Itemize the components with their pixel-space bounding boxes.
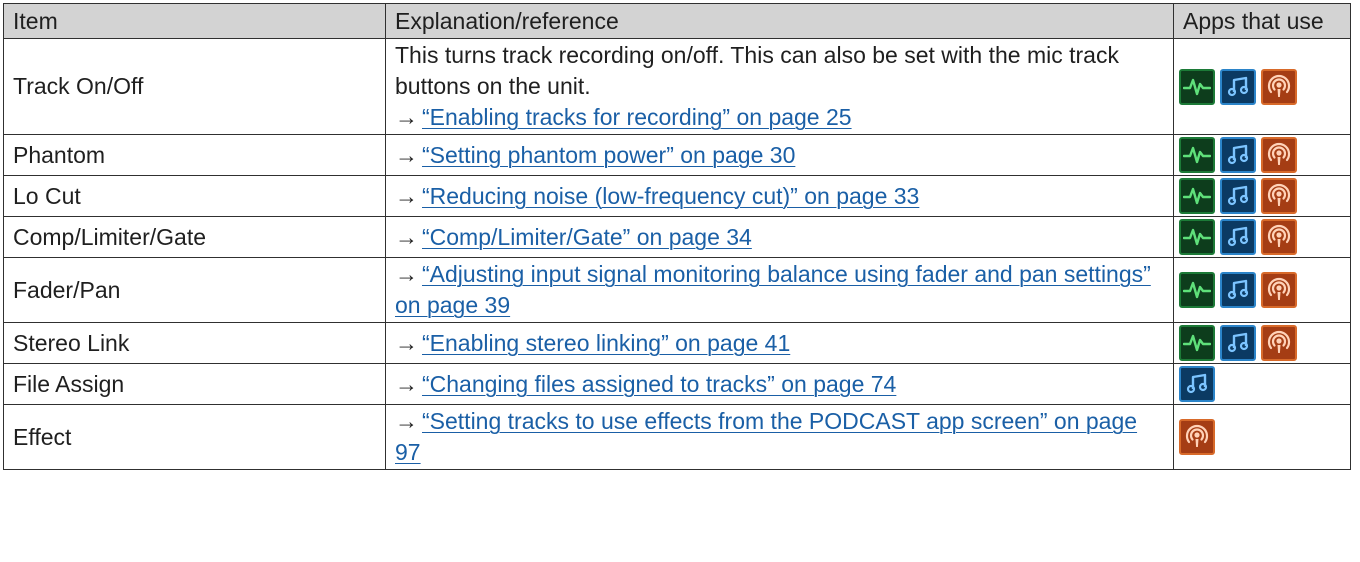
apps-cell — [1173, 216, 1351, 258]
podcast-app-icon — [1261, 68, 1297, 105]
page-reference-link[interactable]: “Enabling stereo linking” on page 41 — [422, 330, 790, 356]
page-reference-link[interactable]: “Reducing noise (low-frequency cut)” on … — [422, 183, 919, 209]
arrow-icon: → — [395, 408, 418, 434]
header-explanation: Explanation/reference — [385, 3, 1174, 39]
apps-cell — [1173, 257, 1351, 323]
table-row: Track On/Off This turns track recording … — [3, 38, 1351, 135]
table-row: Fader/Pan → “Adjusting input signal monit… — [3, 257, 1351, 323]
header-apps: Apps that use — [1173, 3, 1351, 39]
music-app-icon — [1220, 178, 1256, 214]
apps-cell — [1173, 322, 1351, 364]
music-app-icon — [1220, 137, 1256, 173]
page-reference-link[interactable]: “Adjusting input signal monitoring balan… — [395, 261, 1151, 318]
explanation-text: This turns track recording on/off. This … — [395, 42, 1119, 99]
page-reference-link[interactable]: “Setting tracks to use effects from the … — [395, 408, 1137, 465]
table-row: Comp/Limiter/Gate → “Comp/Limiter/Gate” o… — [3, 216, 1351, 258]
item-cell: File Assign — [3, 363, 386, 405]
header-item: Item — [3, 3, 386, 39]
track-settings-table: Item Explanation/reference Apps that use… — [3, 3, 1351, 470]
music-app-icon — [1220, 325, 1256, 361]
recorder-app-icon — [1179, 178, 1215, 214]
recorder-app-icon — [1179, 68, 1215, 105]
item-cell: Effect — [3, 404, 386, 470]
arrow-icon: → — [395, 370, 418, 397]
explanation-cell: This turns track recording on/off. This … — [385, 38, 1174, 135]
explanation-cell: → “Comp/Limiter/Gate” on page 34 — [385, 216, 1174, 258]
podcast-app-icon — [1261, 137, 1297, 173]
music-app-icon — [1220, 219, 1256, 255]
podcast-app-icon — [1261, 325, 1297, 361]
apps-cell — [1173, 38, 1351, 135]
recorder-app-icon — [1179, 325, 1215, 361]
apps-cell — [1173, 134, 1351, 176]
podcast-app-icon — [1261, 219, 1297, 255]
reference-line: → “Enabling tracks for recording” on page… — [395, 102, 1164, 133]
recorder-app-icon — [1179, 219, 1215, 255]
arrow-icon: → — [395, 182, 418, 209]
apps-cell — [1173, 404, 1351, 470]
arrow-icon: → — [395, 141, 418, 168]
recorder-app-icon — [1179, 272, 1215, 308]
item-cell: Phantom — [3, 134, 386, 176]
page-reference-link[interactable]: “Changing files assigned to tracks” on p… — [422, 371, 896, 397]
table-row: Effect → “Setting tracks to use effects f… — [3, 404, 1351, 470]
item-cell: Track On/Off — [3, 38, 386, 135]
arrow-icon: → — [395, 329, 418, 356]
apps-cell — [1173, 363, 1351, 405]
table-row: Lo Cut → “Reducing noise (low-frequency c… — [3, 175, 1351, 217]
music-app-icon — [1220, 272, 1256, 308]
explanation-cell: → “Setting phantom power” on page 30 — [385, 134, 1174, 176]
explanation-cell: → “Changing files assigned to tracks” on … — [385, 363, 1174, 405]
explanation-cell: → “Reducing noise (low-frequency cut)” on… — [385, 175, 1174, 217]
table-row: Phantom → “Setting phantom power” on page… — [3, 134, 1351, 176]
table-row: File Assign → “Changing files assigned to… — [3, 363, 1351, 405]
arrow-icon: → — [395, 261, 418, 287]
page-reference-link[interactable]: “Enabling tracks for recording” on page … — [422, 104, 852, 130]
explanation-cell: → “Enabling stereo linking” on page 41 — [385, 322, 1174, 364]
music-app-icon — [1220, 68, 1256, 105]
page-reference-link[interactable]: “Comp/Limiter/Gate” on page 34 — [422, 224, 752, 250]
podcast-app-icon — [1261, 272, 1297, 308]
explanation-cell: → “Setting tracks to use effects from the… — [385, 404, 1174, 470]
explanation-cell: → “Adjusting input signal monitoring bala… — [385, 257, 1174, 323]
arrow-icon: → — [395, 223, 418, 250]
header-row: Item Explanation/reference Apps that use — [3, 3, 1351, 39]
item-cell: Comp/Limiter/Gate — [3, 216, 386, 258]
table-row: Stereo Link → “Enabling stereo linking” o… — [3, 322, 1351, 364]
arrow-icon: → — [395, 104, 418, 130]
page-reference-link[interactable]: “Setting phantom power” on page 30 — [422, 142, 795, 168]
item-cell: Fader/Pan — [3, 257, 386, 323]
item-cell: Stereo Link — [3, 322, 386, 364]
podcast-app-icon — [1261, 178, 1297, 214]
music-app-icon — [1179, 366, 1215, 402]
podcast-app-icon — [1179, 419, 1215, 455]
recorder-app-icon — [1179, 137, 1215, 173]
apps-cell — [1173, 175, 1351, 217]
item-cell: Lo Cut — [3, 175, 386, 217]
